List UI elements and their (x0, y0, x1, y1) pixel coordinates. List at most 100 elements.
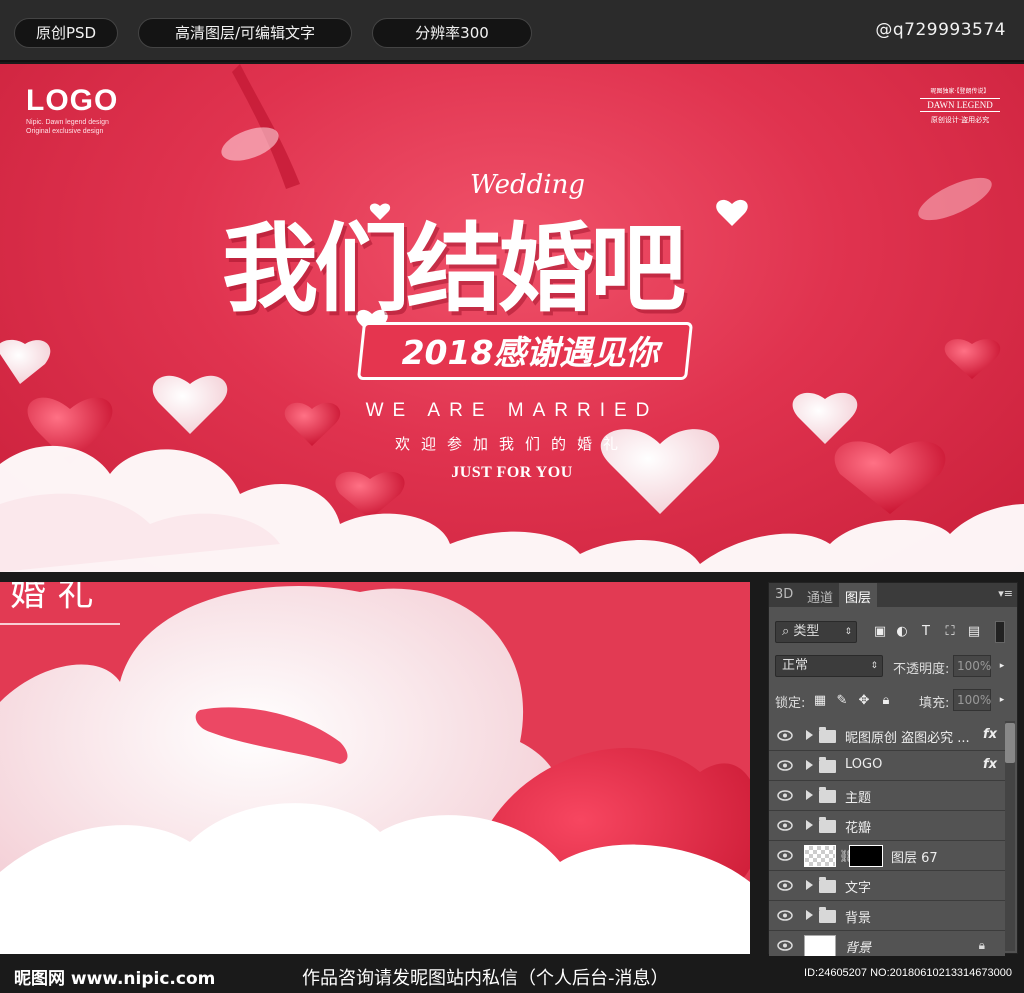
filter-label: 类型 (793, 624, 820, 639)
folder-icon (819, 727, 836, 743)
layer-name[interactable]: 花瓣 (845, 817, 871, 836)
blend-mode-value: 正常 (782, 658, 809, 673)
blend-mode-select[interactable]: 正常 ⇕ (775, 655, 883, 677)
logo-sub-1: Nipic. Dawn legend design (26, 119, 109, 126)
folder-icon (819, 907, 836, 923)
lock-all-icon[interactable]: 🔒︎ (879, 694, 893, 708)
just-for-you-text: JUST FOR YOU (451, 464, 573, 481)
main-title: 我们结婚吧 (222, 213, 686, 325)
contact-qq: @q729993574 (875, 20, 1006, 40)
logo-sub-2: Original exclusive design (26, 128, 104, 135)
layer-name[interactable]: LOGO (845, 757, 882, 772)
layer-name[interactable]: 昵图原创 盗图必究 ... (845, 727, 970, 746)
chevron-updown-icon: ⇕ (844, 627, 852, 637)
layer-name[interactable]: 背景 (845, 907, 871, 926)
we-are-married-text: WE ARE MARRIED (365, 400, 659, 421)
expand-arrow-icon[interactable] (806, 820, 813, 830)
fill-slider-arrow-icon[interactable]: ▸ (995, 693, 1009, 707)
layer-thumbnail[interactable] (804, 845, 836, 867)
expand-arrow-icon[interactable] (806, 880, 813, 890)
layer-row-theme[interactable]: 主题 (769, 781, 1005, 811)
wedding-script-text: Wedding (470, 170, 585, 200)
pixel-filter-icon[interactable]: ▣ (873, 625, 887, 639)
zoom-artwork (0, 582, 750, 954)
fill-label: 填充: (919, 696, 950, 711)
smart-object-filter-icon[interactable]: ▤ (967, 625, 981, 639)
tab-channels[interactable]: 通道 (807, 587, 833, 606)
layers-list: 昵图原创 盗图必究 ... fx LOGO fx 主题 花瓣 ⛓ 图层 67 文… (769, 721, 1005, 961)
top-info-bar: 原创PSD 高清图层/可编辑文字 分辨率300 @q729993574 (0, 0, 1024, 62)
layer-row-bg-group[interactable]: 背景 (769, 901, 1005, 931)
panel-menu-icon[interactable]: ▾≡ (998, 587, 1013, 600)
wedding-banner: LOGO Nipic. Dawn legend design Original … (0, 64, 1024, 572)
welcome-text: 欢迎参加我们的婚礼 (394, 435, 629, 453)
folder-icon (819, 757, 836, 773)
contact-notice: 作品咨询请发昵图站内私信（个人后台-消息） (302, 968, 669, 989)
layer-name[interactable]: 文字 (845, 877, 871, 896)
panel-tabs: 3D 通道 图层 ▾≡ (769, 583, 1017, 607)
brand-logo: LOGO Nipic. Dawn legend design Original … (26, 84, 118, 136)
eye-icon[interactable] (777, 940, 793, 951)
layer-row-text[interactable]: 文字 (769, 871, 1005, 901)
layers-scrollbar-thumb[interactable] (1005, 723, 1015, 763)
shape-filter-icon[interactable]: ⛶ (943, 625, 957, 639)
expand-arrow-icon[interactable] (806, 910, 813, 920)
chevron-updown-icon: ⇕ (870, 661, 878, 671)
lock-transparent-icon[interactable]: ▦ (813, 694, 827, 708)
layers-panel: 3D 通道 图层 ▾≡ ⌕ 类型 ⇕ ▣ ◐ T ⛶ ▤ 正常 ⇕ 不透明度: … (768, 582, 1018, 961)
opacity-input[interactable]: 100% (953, 655, 991, 677)
layer-name[interactable]: 图层 67 (891, 847, 938, 866)
dawn-legend-seal: 昵图独家·【登朗传说】 DAWN LEGEND 原创设计·盗用必究 (916, 86, 1004, 136)
lock-icon: 🔒︎ (978, 938, 985, 952)
layer-row-logo[interactable]: LOGO fx (769, 751, 1005, 781)
eye-icon[interactable] (777, 790, 793, 801)
seal-line-3: 原创设计·盗用必究 (930, 116, 990, 124)
seal-line-2: DAWN LEGEND (920, 98, 1000, 112)
subtitle-text: 2018感谢遇见你 (401, 333, 659, 372)
adjustment-filter-icon[interactable]: ◐ (895, 625, 909, 639)
lock-move-icon[interactable]: ✥ (857, 694, 871, 708)
eye-icon[interactable] (777, 910, 793, 921)
logo-text: LOGO (26, 84, 119, 117)
bottom-info-bar: 昵图网 www.nipic.com 作品咨询请发昵图站内私信（个人后台-消息） … (0, 956, 1024, 993)
eye-icon[interactable] (777, 880, 793, 891)
eye-icon[interactable] (777, 850, 793, 861)
filter-toggle-switch[interactable] (995, 621, 1005, 643)
fx-icon[interactable]: fx (983, 727, 997, 742)
resolution-badge: 分辨率300 (372, 18, 532, 48)
layer-row-watermark[interactable]: 昵图原创 盗图必究 ... fx (769, 721, 1005, 751)
folder-icon (819, 877, 836, 893)
expand-arrow-icon[interactable] (806, 730, 813, 740)
tab-layers[interactable]: 图层 (839, 583, 878, 607)
opacity-label: 不透明度: (893, 662, 950, 677)
layer-name[interactable]: 背景 (845, 937, 871, 956)
expand-arrow-icon[interactable] (806, 790, 813, 800)
layer-filter-select[interactable]: ⌕ 类型 ⇕ (775, 621, 857, 643)
site-watermark: 昵图网 www.nipic.com (14, 969, 216, 989)
eye-icon[interactable] (777, 760, 793, 771)
fx-icon[interactable]: fx (983, 757, 997, 772)
psd-badge: 原创PSD (14, 18, 118, 48)
tab-3d[interactable]: 3D (775, 587, 793, 602)
image-id: ID:24605207 NO:20180610213314673000 (804, 967, 1012, 979)
lock-label: 锁定: (775, 696, 806, 711)
seal-line-1: 昵图独家·【登朗传说】 (930, 88, 990, 95)
search-icon: ⌕ (782, 624, 790, 639)
layer-mask-thumbnail[interactable] (849, 845, 883, 867)
layer-name[interactable]: 主题 (845, 787, 871, 806)
folder-icon (819, 817, 836, 833)
zoom-detail-view: 婚 礼 (0, 582, 750, 954)
expand-arrow-icon[interactable] (806, 760, 813, 770)
eye-icon[interactable] (777, 730, 793, 741)
zoom-title-fragment: 婚 礼 (10, 582, 94, 614)
layer-thumbnail[interactable] (804, 935, 836, 957)
lock-brush-icon[interactable]: ✎ (835, 694, 849, 708)
layer-row-layer67[interactable]: ⛓ 图层 67 (769, 841, 1005, 871)
layers-badge: 高清图层/可编辑文字 (138, 18, 352, 48)
folder-icon (819, 787, 836, 803)
type-filter-icon[interactable]: T (919, 625, 933, 639)
layer-row-petals[interactable]: 花瓣 (769, 811, 1005, 841)
fill-input[interactable]: 100% (953, 689, 991, 711)
eye-icon[interactable] (777, 820, 793, 831)
opacity-slider-arrow-icon[interactable]: ▸ (995, 659, 1009, 673)
